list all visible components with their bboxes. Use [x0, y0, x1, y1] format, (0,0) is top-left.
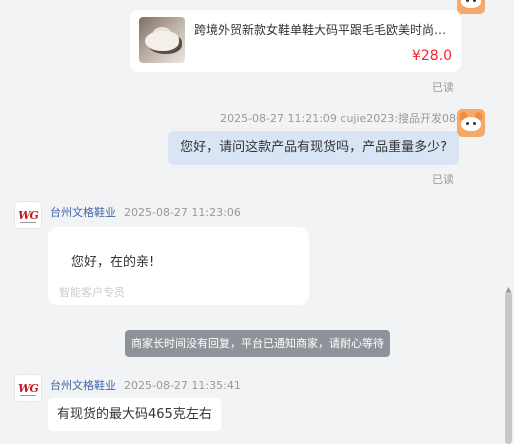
shop-avatar-icon[interactable]: WG [14, 374, 42, 402]
shop-avatar-icon[interactable]: WG [14, 201, 42, 229]
shop-message-bubble: 有现货的最大码465克左右 [48, 398, 221, 431]
system-notice: 商家长时间没有回复，平台已通知商家，请耐心等待 [125, 330, 390, 357]
shop-message-meta: 台州文格鞋业 2025-08-27 11:23:06 [50, 204, 241, 220]
shop-message-meta: 台州文格鞋业 2025-08-27 11:35:41 [50, 377, 241, 393]
product-price: ¥28.0 [411, 48, 452, 64]
product-card[interactable]: 跨境外贸新款女鞋单鞋大码平跟毛毛欧美时尚韩版复... ¥28.0 [130, 10, 461, 72]
user-avatar-icon[interactable] [457, 0, 485, 14]
assistant-label: 智能客户专员 [59, 286, 125, 299]
chat-message-list[interactable]: 跨境外贸新款女鞋单鞋大码平跟毛毛欧美时尚韩版复... ¥28.0 已读 2025… [0, 0, 503, 444]
message-time: 2025-08-27 11:35:41 [124, 379, 241, 392]
user-avatar-icon[interactable] [457, 109, 485, 137]
shop-message-text: 您好，在的亲! [71, 255, 155, 270]
message-time: 2025-08-27 11:23:06 [124, 206, 241, 219]
scrollbar[interactable]: ▲ [503, 0, 514, 444]
read-status: 已读 [432, 81, 454, 94]
read-status: 已读 [432, 173, 454, 186]
shop-name[interactable]: 台州文格鞋业 [50, 379, 116, 392]
scrollbar-thumb[interactable] [505, 292, 512, 444]
user-message-bubble: 您好，请问这款产品有现货吗，产品重量多少? [168, 131, 459, 165]
shop-message-bubble: 您好，在的亲! 智能客户专员 [48, 227, 309, 305]
product-title[interactable]: 跨境外贸新款女鞋单鞋大码平跟毛毛欧美时尚韩版复... [194, 21, 456, 38]
shop-name[interactable]: 台州文格鞋业 [50, 206, 116, 219]
user-message-meta: 2025-08-27 11:21:09 cujie2023:搜品开发086 [220, 112, 463, 125]
product-thumbnail[interactable] [139, 17, 185, 63]
